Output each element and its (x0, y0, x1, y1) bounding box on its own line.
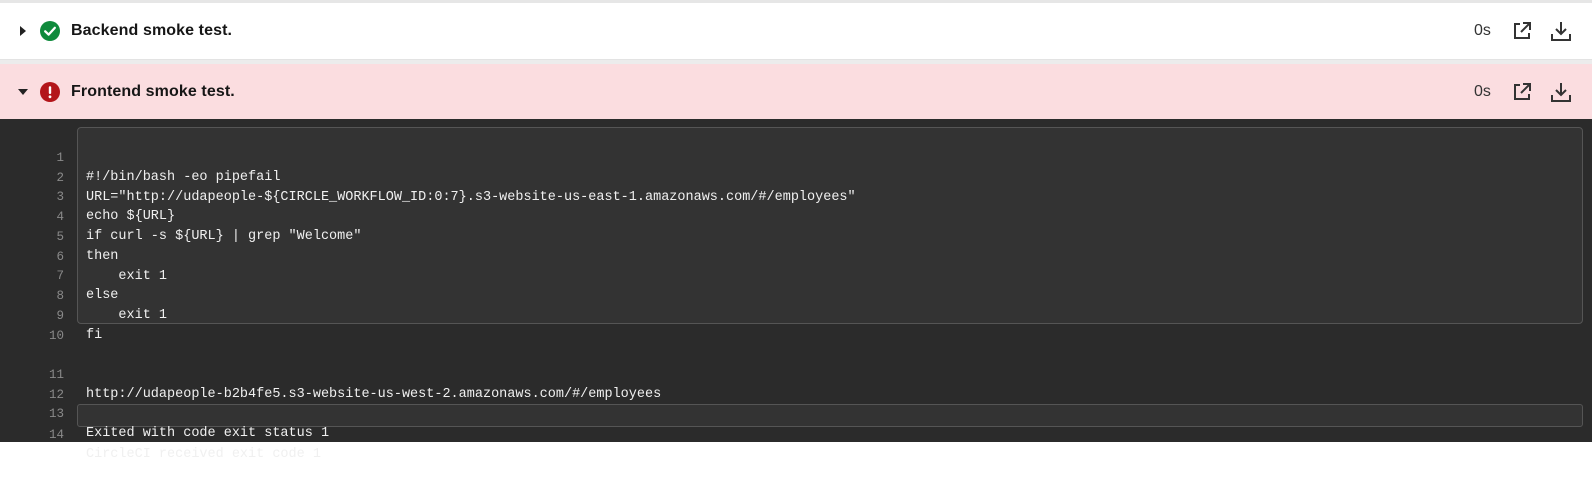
download-icon[interactable] (1549, 19, 1573, 43)
line-text: then (86, 249, 119, 264)
step-row-frontend-smoke-test[interactable]: Frontend smoke test. 0s (0, 64, 1592, 119)
success-check-icon (40, 21, 60, 41)
line-number: 10 (48, 329, 64, 343)
console-line: 4 if curl -s ${URL} | grep "Welcome" (0, 187, 361, 244)
console-line: 11 http://udapeople-b2b4fe5.s3-website-u… (0, 345, 661, 402)
console-line: 3 echo ${URL} (0, 167, 175, 224)
line-text: echo ${URL} (86, 209, 176, 224)
line-text: Exited with code exit status 1 (86, 426, 330, 441)
line-text: exit 1 (86, 269, 168, 284)
step-title: Frontend smoke test. (71, 82, 235, 100)
step-title: Backend smoke test. (71, 22, 233, 39)
console-line: 10 (0, 306, 64, 343)
console-line: 6 exit 1 (0, 227, 167, 284)
console-line: 2 URL="http://udapeople-${CIRCLE_WORKFLO… (0, 148, 855, 205)
caret-right-icon[interactable] (18, 26, 28, 36)
open-external-icon[interactable] (1511, 20, 1533, 42)
line-text: CircleCI received exit code 1 (86, 447, 321, 462)
step-row-backend-smoke-test[interactable]: Backend smoke test. 0s (0, 3, 1592, 60)
console-line: 9 fi (0, 286, 102, 343)
line-text: if curl -s ${URL} | grep "Welcome" (86, 229, 362, 244)
line-text: else (86, 288, 119, 303)
line-text: #!/bin/bash -eo pipefail (86, 170, 281, 185)
console-line: 8 exit 1 (0, 266, 167, 323)
console-line: 13 Exited with code exit status 1 (0, 384, 329, 441)
error-exclamation-icon (40, 81, 60, 102)
command-block (77, 127, 1583, 324)
line-number: 14 (48, 428, 64, 442)
line-text: fi (86, 328, 103, 343)
console-line: 14 CircleCI received exit code 1 (0, 405, 321, 462)
open-external-icon[interactable] (1511, 81, 1533, 103)
step-duration: 0s (1474, 22, 1491, 39)
line-text: http://udapeople-b2b4fe5.s3-website-us-w… (86, 387, 662, 402)
console-line: 1 #!/bin/bash -eo pipefail (0, 128, 280, 185)
line-text: URL="http://udapeople-${CIRCLE_WORKFLOW_… (86, 190, 856, 205)
line-text: exit 1 (86, 308, 168, 323)
console-output[interactable]: 1 #!/bin/bash -eo pipefail 2 URL="http:/… (0, 119, 1592, 462)
step-duration: 0s (1474, 82, 1491, 100)
console-line: 7 else (0, 246, 118, 303)
caret-down-icon[interactable] (18, 87, 28, 97)
download-icon[interactable] (1549, 80, 1573, 104)
console-line: 12 (0, 365, 64, 402)
console-line: 5 then (0, 207, 118, 264)
